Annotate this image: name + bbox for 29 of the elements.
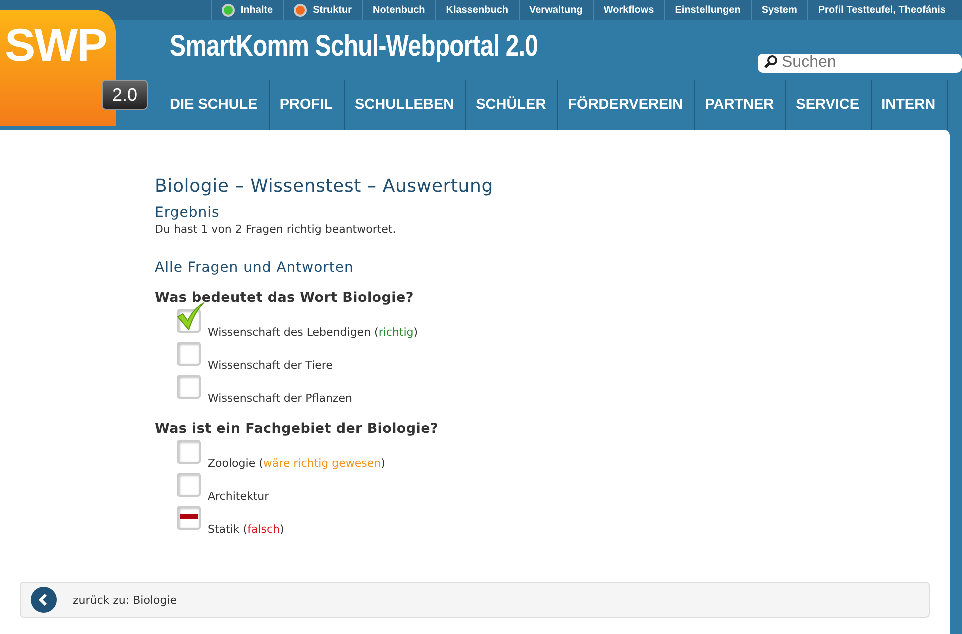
- search-field[interactable]: Suchen: [758, 54, 962, 72]
- wrong-mark-icon: [180, 514, 198, 519]
- top-menu-item[interactable]: Inhalte: [210, 0, 284, 20]
- section-heading: Alle Fragen und Antworten: [155, 260, 355, 276]
- search-icon: [764, 55, 778, 69]
- answer-text: Wissenschaft der Tiere: [208, 359, 333, 372]
- back-link[interactable]: zurück zu: Biologie: [73, 594, 178, 606]
- result-text: Du hast 1 von 2 Fragen richtig beantwortet.: [155, 223, 398, 236]
- top-menu-item[interactable]: Profil Testteufel, Theofánis: [807, 0, 956, 20]
- top-menu-item[interactable]: Klassenbuch: [435, 0, 518, 20]
- answer-text: Zoologie (wäre richtig gewesen): [208, 457, 386, 470]
- top-menu-item[interactable]: Einstellungen: [664, 0, 751, 20]
- top-menu-item[interactable]: Verwaltung: [518, 0, 593, 20]
- question-text: Was ist ein Fachgebiet der Biologie?: [155, 421, 440, 437]
- result-heading: Ergebnis: [155, 205, 221, 221]
- page-title: Biologie – Wissenstest – Auswertung: [155, 176, 494, 197]
- question-text: Was bedeutet das Wort Biologie?: [155, 290, 415, 306]
- answer-text: Statik (falsch): [208, 523, 284, 536]
- top-menu-item[interactable]: Notenbuch: [362, 0, 436, 20]
- site-title: SmartKomm Schul-Webportal 2.0: [170, 30, 538, 64]
- answer-text: Wissenschaft der Pflanzen: [208, 392, 352, 405]
- top-menu-item[interactable]: System: [750, 0, 808, 20]
- logo-text: SWP: [5, 18, 107, 72]
- version-badge: 2.0: [102, 80, 148, 110]
- top-menu-item[interactable]: Workflows: [592, 0, 664, 20]
- checkmark-icon: [175, 302, 205, 332]
- answer-text: Architektur: [208, 490, 270, 503]
- top-menu-item[interactable]: Struktur: [283, 0, 362, 20]
- answer-text: Wissenschaft des Lebendigen (richtig): [208, 326, 418, 339]
